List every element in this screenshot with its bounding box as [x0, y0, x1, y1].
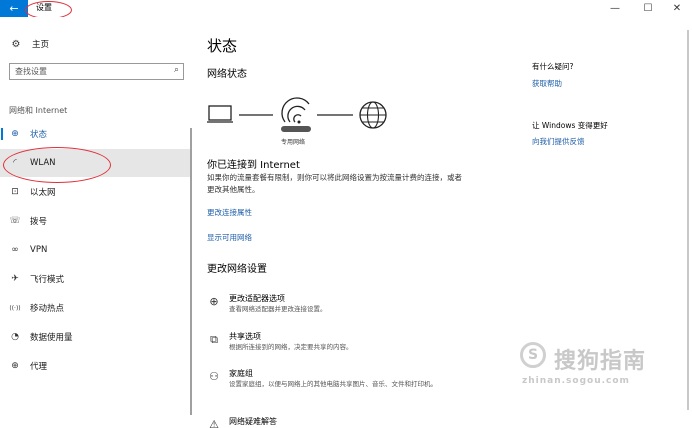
back-button[interactable]: ← — [0, 0, 28, 17]
option-description: 查看网络适配器并更改连接设置。 — [229, 305, 327, 313]
option-description: 设置家庭组，以便与网络上的其他电脑共享图片、音乐、文件和打印机。 — [229, 380, 437, 388]
watermark-logo-icon: S — [520, 342, 546, 368]
option-description: 根据所连接到的网络，决定要共享的内容。 — [229, 343, 353, 351]
search-input[interactable]: 查找设置 ⌕ — [9, 63, 184, 80]
main-scrollbar[interactable] — [687, 30, 689, 410]
sidebar-item-label: 以太网 — [30, 188, 56, 198]
option-sharing[interactable]: ⧉ 共享选项 根据所连接到的网络，决定要共享的内容。 — [207, 331, 507, 361]
maximize-button[interactable]: ☐ — [633, 0, 663, 17]
group-label: 网络和 Internet — [9, 106, 68, 115]
sidebar-item-vpn[interactable]: ∞ VPN — [0, 236, 190, 264]
maximize-icon: ☐ — [643, 3, 653, 14]
sidebar-item-hotspot[interactable]: ((·)) 移动热点 — [0, 294, 190, 322]
back-arrow-icon: ← — [9, 2, 19, 15]
airplane-icon: ✈ — [11, 274, 19, 284]
hotspot-icon: ((·)) — [9, 304, 21, 312]
sharing-icon: ⧉ — [210, 333, 218, 346]
connected-title: 你已连接到 Internet — [207, 160, 300, 171]
sidebar-scrollbar[interactable] — [190, 128, 192, 415]
vpn-icon: ∞ — [11, 245, 19, 255]
sidebar-item-dialup[interactable]: ☏ 拨号 — [0, 207, 190, 235]
question-heading: 有什么疑问? — [532, 62, 574, 71]
sidebar: ⚙ 主页 查找设置 ⌕ 网络和 Internet ⊕ 状态 ◜ WLAN ⊡ 以… — [0, 17, 193, 428]
option-title: 网络疑难解答 — [229, 417, 277, 426]
option-homegroup[interactable]: ⚇ 家庭组 设置家庭组，以便与网络上的其他电脑共享图片、音乐、文件和打印机。 — [207, 368, 507, 408]
page-title: 状态 — [207, 37, 238, 55]
sidebar-item-label: 状态 — [30, 130, 48, 140]
close-button[interactable]: ✕ — [662, 0, 692, 17]
change-settings-heading: 更改网络设置 — [207, 264, 267, 275]
sidebar-item-home[interactable]: ⚙ 主页 — [10, 36, 50, 52]
active-indicator — [1, 128, 3, 140]
laptop-icon — [207, 105, 233, 123]
globe-icon: ⊕ — [11, 129, 19, 139]
improve-heading: 让 Windows 变得更好 — [532, 121, 608, 130]
sidebar-item-label: 数据使用量 — [30, 333, 73, 343]
minimize-button[interactable]: — — [600, 0, 630, 17]
sidebar-item-status[interactable]: ⊕ 状态 — [0, 120, 190, 148]
data-usage-icon: ◔ — [11, 332, 19, 342]
globe-icon — [359, 101, 387, 129]
dialup-icon: ☏ — [9, 216, 21, 226]
sidebar-item-label: 移动热点 — [30, 304, 65, 314]
sidebar-item-airplane[interactable]: ✈ 飞行模式 — [0, 265, 190, 293]
sidebar-item-label: 主页 — [32, 40, 50, 50]
option-title: 共享选项 — [229, 332, 261, 341]
warning-icon: ⚠ — [209, 418, 219, 428]
title-bar: ← 设置 — ☐ ✕ — [0, 0, 692, 19]
annotation-circle-wlan — [3, 147, 111, 183]
gear-icon: ⚙ — [11, 38, 21, 50]
sidebar-item-label: 代理 — [30, 362, 48, 372]
wifi-signal-icon — [281, 97, 310, 124]
adapter-icon: ⊕ — [209, 295, 219, 308]
option-adapter[interactable]: ⊕ 更改适配器选项 查看网络适配器并更改连接设置。 — [207, 293, 507, 323]
close-icon: ✕ — [672, 3, 682, 14]
main-content: 状态 网络状态 专用网络 你已连接到 Internet 如果你的流量套餐有限制，… — [193, 17, 523, 428]
option-title: 更改适配器选项 — [229, 294, 285, 303]
ethernet-icon: ⊡ — [11, 187, 19, 197]
watermark: S 搜狗指南 zhinan.sogou.com — [520, 342, 685, 392]
sidebar-item-label: VPN — [30, 245, 48, 255]
feedback-link[interactable]: 向我们提供反馈 — [532, 136, 585, 147]
sidebar-item-data-usage[interactable]: ◔ 数据使用量 — [0, 323, 190, 351]
proxy-icon: ⊕ — [11, 361, 19, 371]
search-placeholder: 查找设置 — [15, 67, 47, 76]
sidebar-item-proxy[interactable]: ⊕ 代理 — [0, 352, 190, 380]
redaction-scribble — [281, 126, 311, 132]
get-help-link[interactable]: 获取帮助 — [532, 78, 562, 89]
connected-description: 如果你的流量套餐有限制，则你可以将此网络设置为按流量计费的连接，或者更改其他属性… — [207, 173, 462, 194]
option-title: 家庭组 — [229, 369, 253, 378]
option-troubleshoot[interactable]: ⚠ 网络疑难解答 — [207, 416, 507, 428]
minimize-icon: — — [610, 3, 620, 14]
search-icon: ⌕ — [173, 65, 179, 75]
network-status-heading: 网络状态 — [207, 69, 247, 80]
watermark-url: zhinan.sogou.com — [522, 376, 630, 386]
show-networks-link[interactable]: 显示可用网络 — [207, 232, 252, 243]
sidebar-item-ethernet[interactable]: ⊡ 以太网 — [0, 178, 190, 206]
watermark-text: 搜狗指南 — [554, 349, 647, 374]
homegroup-icon: ⚇ — [209, 370, 219, 383]
network-name: 专用网络 — [281, 139, 306, 146]
change-properties-link[interactable]: 更改连接属性 — [207, 207, 252, 218]
sidebar-item-label: 拨号 — [30, 217, 48, 227]
sidebar-item-label: 飞行模式 — [30, 275, 65, 285]
